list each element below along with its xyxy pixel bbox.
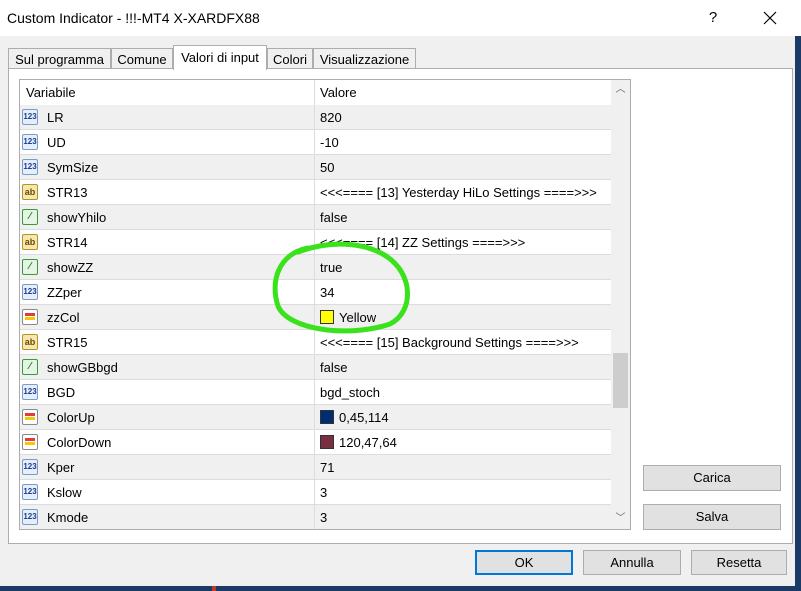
variable-name: SymSize [47, 160, 99, 175]
variable-value[interactable]: 820 [320, 110, 342, 125]
variable-name: LR [47, 110, 64, 125]
int-icon: 123 [22, 134, 38, 150]
ok-button[interactable]: OK [475, 550, 573, 575]
variable-name: showGBbgd [47, 360, 118, 375]
variable-value-text: bgd_stoch [320, 385, 380, 400]
variable-value[interactable]: 50 [320, 160, 334, 175]
table-row[interactable]: ColorDown 120,47,64 [20, 430, 611, 455]
tab-visualizzazione[interactable]: Visualizzazione [313, 48, 416, 69]
scroll-down-arrow-icon[interactable]: ﹀ [611, 510, 630, 528]
color-icon [22, 409, 38, 425]
close-button[interactable] [755, 4, 785, 32]
table-row[interactable]: 123 Kslow 3 [20, 480, 611, 505]
variable-value[interactable]: <<<==== [13] Yesterday HiLo Settings ===… [320, 185, 597, 200]
variable-value-text: 3 [320, 510, 328, 525]
int-icon: 123 [22, 509, 38, 525]
scroll-thumb[interactable] [613, 353, 628, 408]
variable-value-text: 3 [320, 485, 328, 500]
variable-value[interactable]: false [320, 210, 347, 225]
table-row[interactable]: 123 BGD bgd_stoch [20, 380, 611, 405]
variable-name: UD [47, 135, 66, 150]
int-icon: 123 [22, 109, 38, 125]
variable-name: ColorUp [47, 410, 95, 425]
variable-name: STR14 [47, 235, 88, 250]
table-row[interactable]: ⁄ showYhilo false [20, 205, 611, 230]
tab-colori[interactable]: Colori [267, 48, 313, 69]
load-button[interactable]: Carica [643, 465, 781, 491]
variable-name: ZZper [47, 285, 82, 300]
variable-value-text: 820 [320, 110, 342, 125]
color-swatch [320, 435, 334, 449]
color-icon [22, 309, 38, 325]
green-circle-annotation [272, 241, 410, 334]
table-row[interactable]: ⁄ showGBbgd false [20, 355, 611, 380]
help-button[interactable]: ? [698, 4, 728, 32]
variable-name: showZZ [47, 260, 94, 275]
int-icon: 123 [22, 459, 38, 475]
variable-value[interactable]: <<<==== [15] Background Settings ====>>> [320, 335, 579, 350]
int-icon: 123 [22, 484, 38, 500]
table-row[interactable]: 123 UD -10 [20, 130, 611, 155]
vertical-scrollbar[interactable]: ︿ ﹀ [611, 80, 630, 529]
bool-icon: ⁄ [22, 209, 38, 225]
int-icon: 123 [22, 284, 38, 300]
table-row[interactable]: 123 SymSize 50 [20, 155, 611, 180]
title-bar: Custom Indicator - !!!-MT4 X-XARDFX88 ? [0, 0, 801, 36]
grid-header: Variabile Valore [20, 80, 611, 106]
window-title: Custom Indicator - !!!-MT4 X-XARDFX88 [7, 10, 260, 26]
color-swatch [320, 410, 334, 424]
tab-valori-di-input[interactable]: Valori di input [173, 45, 267, 70]
background-window-edge [795, 36, 801, 591]
variable-name: Kmode [47, 510, 89, 525]
variable-name: zzCol [47, 310, 80, 325]
table-row[interactable]: ab STR13 <<<==== [13] Yesterday HiLo Setti… [20, 180, 611, 205]
variable-name: showYhilo [47, 210, 107, 225]
variable-name: ColorDown [47, 435, 112, 450]
variable-value[interactable]: false [320, 360, 347, 375]
variable-value-text: <<<==== [13] Yesterday HiLo Settings ===… [320, 185, 597, 200]
int-icon: 123 [22, 159, 38, 175]
cancel-button[interactable]: Annulla [583, 550, 681, 575]
variable-value[interactable]: bgd_stoch [320, 385, 380, 400]
column-header-value[interactable]: Valore [320, 85, 357, 100]
string-icon: ab [22, 184, 38, 200]
color-icon [22, 434, 38, 450]
variable-name: BGD [47, 385, 76, 400]
save-button[interactable]: Salva [643, 504, 781, 530]
variable-value-text: <<<==== [15] Background Settings ====>>> [320, 335, 579, 350]
bool-icon: ⁄ [22, 259, 38, 275]
variable-value-text: 71 [320, 460, 335, 475]
table-row[interactable]: 123 Kper 71 [20, 455, 611, 480]
variable-name: Kslow [47, 485, 82, 500]
string-icon: ab [22, 234, 38, 250]
variable-name: STR13 [47, 185, 88, 200]
variable-value-text: 50 [320, 160, 335, 175]
variable-value-text: false [320, 210, 348, 225]
scroll-up-arrow-icon[interactable]: ︿ [611, 81, 630, 99]
variable-value[interactable]: 0,45,114 [320, 410, 389, 425]
table-row[interactable]: 123 LR 820 [20, 105, 611, 130]
variable-value-text: 120,47,64 [339, 435, 397, 450]
table-row[interactable]: ColorUp 0,45,114 [20, 405, 611, 430]
variable-name: Kper [47, 460, 75, 475]
column-header-variable[interactable]: Variabile [26, 85, 76, 100]
reset-button[interactable]: Resetta [691, 550, 787, 575]
close-icon [763, 11, 777, 25]
variable-value[interactable]: 71 [320, 460, 334, 475]
background-taskbar-edge [0, 586, 801, 591]
variable-value-text: -10 [320, 135, 339, 150]
variable-value[interactable]: 3 [320, 485, 327, 500]
variable-value-text: false [320, 360, 348, 375]
string-icon: ab [22, 334, 38, 350]
int-icon: 123 [22, 384, 38, 400]
variable-value[interactable]: 3 [320, 510, 327, 525]
table-row[interactable]: 123 Kmode 3 [20, 505, 611, 529]
tab-comune[interactable]: Comune [111, 48, 173, 69]
variable-name: STR15 [47, 335, 88, 350]
variable-value[interactable]: -10 [320, 135, 339, 150]
tab-sul-programma[interactable]: Sul programma [8, 48, 111, 69]
bool-icon: ⁄ [22, 359, 38, 375]
variable-value[interactable]: 120,47,64 [320, 435, 397, 450]
variable-value-text: 0,45,114 [339, 410, 389, 425]
